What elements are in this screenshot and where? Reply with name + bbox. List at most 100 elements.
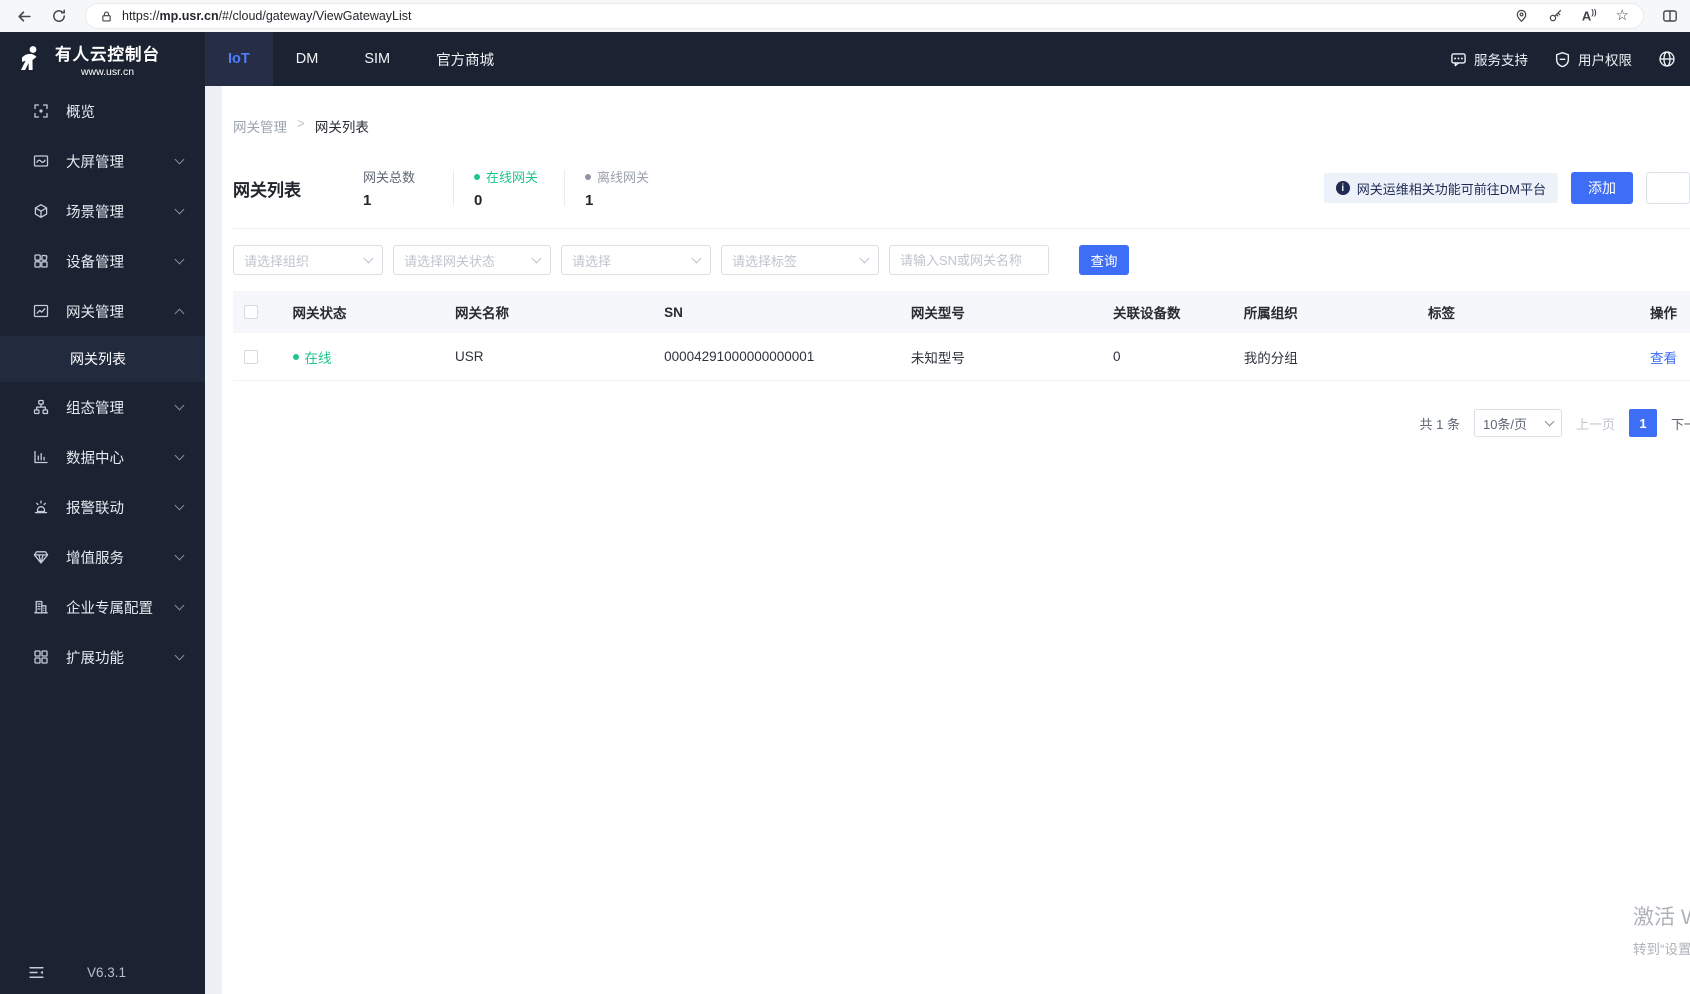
stat-online: 在线网关 0 — [474, 170, 539, 209]
chevron-down-icon — [363, 253, 374, 263]
online-dot-icon — [474, 173, 480, 180]
sidebar-item-bigscreen[interactable]: 大屏管理 — [0, 136, 205, 186]
chevron-down-icon — [859, 253, 870, 263]
breadcrumb: 网关管理 > 网关列表 — [233, 86, 1690, 136]
tab-iot[interactable]: IoT — [205, 32, 273, 86]
query-button[interactable]: 查询 — [1079, 245, 1129, 275]
next-page-button[interactable]: 下一页 — [1671, 414, 1690, 433]
address-bar[interactable]: https://mp.usr.cn/#/cloud/gateway/ViewGa… — [85, 3, 1644, 29]
page-title: 网关列表 — [233, 180, 301, 200]
support-menu[interactable]: 服务支持 — [1450, 49, 1528, 69]
vas-icon — [33, 549, 49, 565]
view-link[interactable]: 查看 — [1650, 347, 1690, 367]
gateway-name-cell: USR — [455, 349, 484, 364]
sidebar-item-enterprise[interactable]: 企业专属配置 — [0, 582, 205, 632]
chevron-down-icon — [174, 254, 185, 264]
total-count: 共 1 条 — [1419, 416, 1460, 432]
gateway-model-cell: 未知型号 — [910, 350, 965, 366]
browser-toolbar: https://mp.usr.cn/#/cloud/gateway/ViewGa… — [0, 0, 1690, 32]
gateway-icon — [33, 303, 49, 319]
org-select[interactable]: 请选择组织 — [233, 245, 383, 275]
chevron-down-icon — [174, 650, 185, 660]
language-globe-icon[interactable] — [1658, 50, 1676, 68]
current-page-button[interactable]: 1 — [1628, 409, 1657, 437]
refresh-icon[interactable] — [51, 8, 67, 24]
chat-bubble-icon — [1450, 51, 1467, 68]
chevron-down-icon — [174, 550, 185, 560]
table-header-row: 网关状态 网关名称 SN 网关型号 关联设备数 所属组织 标签 操作 — [233, 291, 1690, 333]
page-size-select[interactable]: 10条/页 — [1473, 409, 1562, 437]
alarm-icon — [33, 499, 49, 515]
stat-total: 网关总数 1 — [363, 170, 416, 209]
version-label: V6.3.1 — [87, 964, 127, 980]
chevron-up-icon — [174, 308, 185, 318]
usr-person-logo-icon — [14, 43, 46, 75]
add-gateway-button[interactable]: 添加 — [1571, 172, 1633, 204]
filter-bar: 请选择组织 请选择网关状态 请选择 请选择标签 查询 — [233, 245, 1690, 275]
online-dot-icon — [292, 353, 299, 360]
gateway-sn-cell: 00004291000000000001 — [664, 349, 815, 364]
extension-icon — [33, 649, 49, 665]
sidebar-item-overview[interactable]: 概览 — [0, 86, 205, 136]
sidebar-item-gateway-list[interactable]: 网关列表 — [0, 336, 205, 382]
app-title: 有人云控制台 — [55, 45, 160, 64]
tab-dm[interactable]: DM — [273, 32, 342, 86]
scene-icon — [33, 203, 49, 219]
collapse-menu-icon[interactable] — [28, 964, 45, 981]
url-text: https://mp.usr.cn/#/cloud/gateway/ViewGa… — [122, 9, 412, 23]
row-checkbox[interactable] — [244, 349, 258, 364]
read-aloud-icon[interactable]: A)) — [1582, 8, 1597, 23]
favorite-star-icon[interactable]: ☆ — [1616, 8, 1629, 23]
gateway-stats: 网关总数 1 在线网关 0 离线网关 1 — [363, 167, 671, 209]
back-icon[interactable] — [16, 8, 33, 25]
chevron-down-icon — [174, 154, 185, 164]
content-gutter — [205, 86, 222, 994]
permission-menu[interactable]: 用户权限 — [1554, 49, 1632, 69]
chevron-down-icon — [531, 253, 542, 263]
chevron-down-icon — [174, 600, 185, 610]
breadcrumb-current: 网关列表 — [314, 120, 369, 135]
chevron-down-icon — [174, 500, 185, 510]
stat-offline: 离线网关 1 — [585, 170, 650, 209]
prev-page-button[interactable]: 上一页 — [1576, 414, 1615, 433]
chevron-down-icon — [174, 450, 185, 460]
location-icon[interactable] — [1514, 8, 1529, 23]
bigscreen-icon — [33, 153, 49, 169]
device-icon — [33, 253, 49, 269]
logo[interactable]: 有人云控制台 www.usr.cn — [0, 32, 205, 86]
windows-activation-watermark: 激活 W 转到“设置 — [1633, 906, 1690, 957]
gateway-status-select[interactable]: 请选择网关状态 — [393, 245, 551, 275]
org-cell: 我的分组 — [1243, 350, 1298, 366]
clipped-secondary-button[interactable] — [1646, 172, 1690, 204]
sidebar-item-datacenter[interactable]: 数据中心 — [0, 432, 205, 482]
sidebar-item-scada[interactable]: 组态管理 — [0, 382, 205, 432]
gateway-table: 网关状态 网关名称 SN 网关型号 关联设备数 所属组织 标签 操作 在线 US… — [233, 291, 1690, 381]
shield-icon — [1554, 51, 1571, 68]
tab-mall[interactable]: 官方商城 — [413, 32, 517, 86]
overview-icon — [33, 103, 49, 119]
sn-search-input[interactable] — [889, 245, 1049, 275]
sidebar-item-gateway[interactable]: 网关管理 — [0, 286, 205, 336]
sidebar-item-extension[interactable]: 扩展功能 — [0, 632, 205, 682]
scada-icon — [33, 399, 49, 415]
app-header: 有人云控制台 www.usr.cn IoT DM SIM 官方商城 服务支持 用… — [0, 32, 1690, 86]
password-key-icon[interactable] — [1548, 8, 1563, 23]
sidebar-item-alarm[interactable]: 报警联动 — [0, 482, 205, 532]
top-nav-tabs: IoT DM SIM 官方商城 — [205, 32, 517, 86]
chevron-down-icon — [174, 204, 185, 214]
device-count-cell: 0 — [1112, 349, 1121, 364]
tab-sim[interactable]: SIM — [341, 32, 413, 86]
breadcrumb-parent[interactable]: 网关管理 — [233, 116, 287, 136]
sidebar-item-scene[interactable]: 场景管理 — [0, 186, 205, 236]
pagination: 共 1 条 10条/页 上一页 1 下一页 — [233, 409, 1690, 437]
offline-dot-icon — [585, 173, 591, 180]
lock-icon[interactable] — [100, 10, 113, 23]
tag-select[interactable]: 请选择标签 — [721, 245, 879, 275]
split-screen-icon[interactable] — [1662, 8, 1678, 24]
chevron-down-icon — [174, 400, 185, 410]
select-all-checkbox[interactable] — [244, 305, 258, 319]
sidebar-item-value-added[interactable]: 增值服务 — [0, 532, 205, 582]
datacenter-icon — [33, 449, 49, 465]
sidebar-item-device[interactable]: 设备管理 — [0, 236, 205, 286]
generic-select[interactable]: 请选择 — [561, 245, 711, 275]
